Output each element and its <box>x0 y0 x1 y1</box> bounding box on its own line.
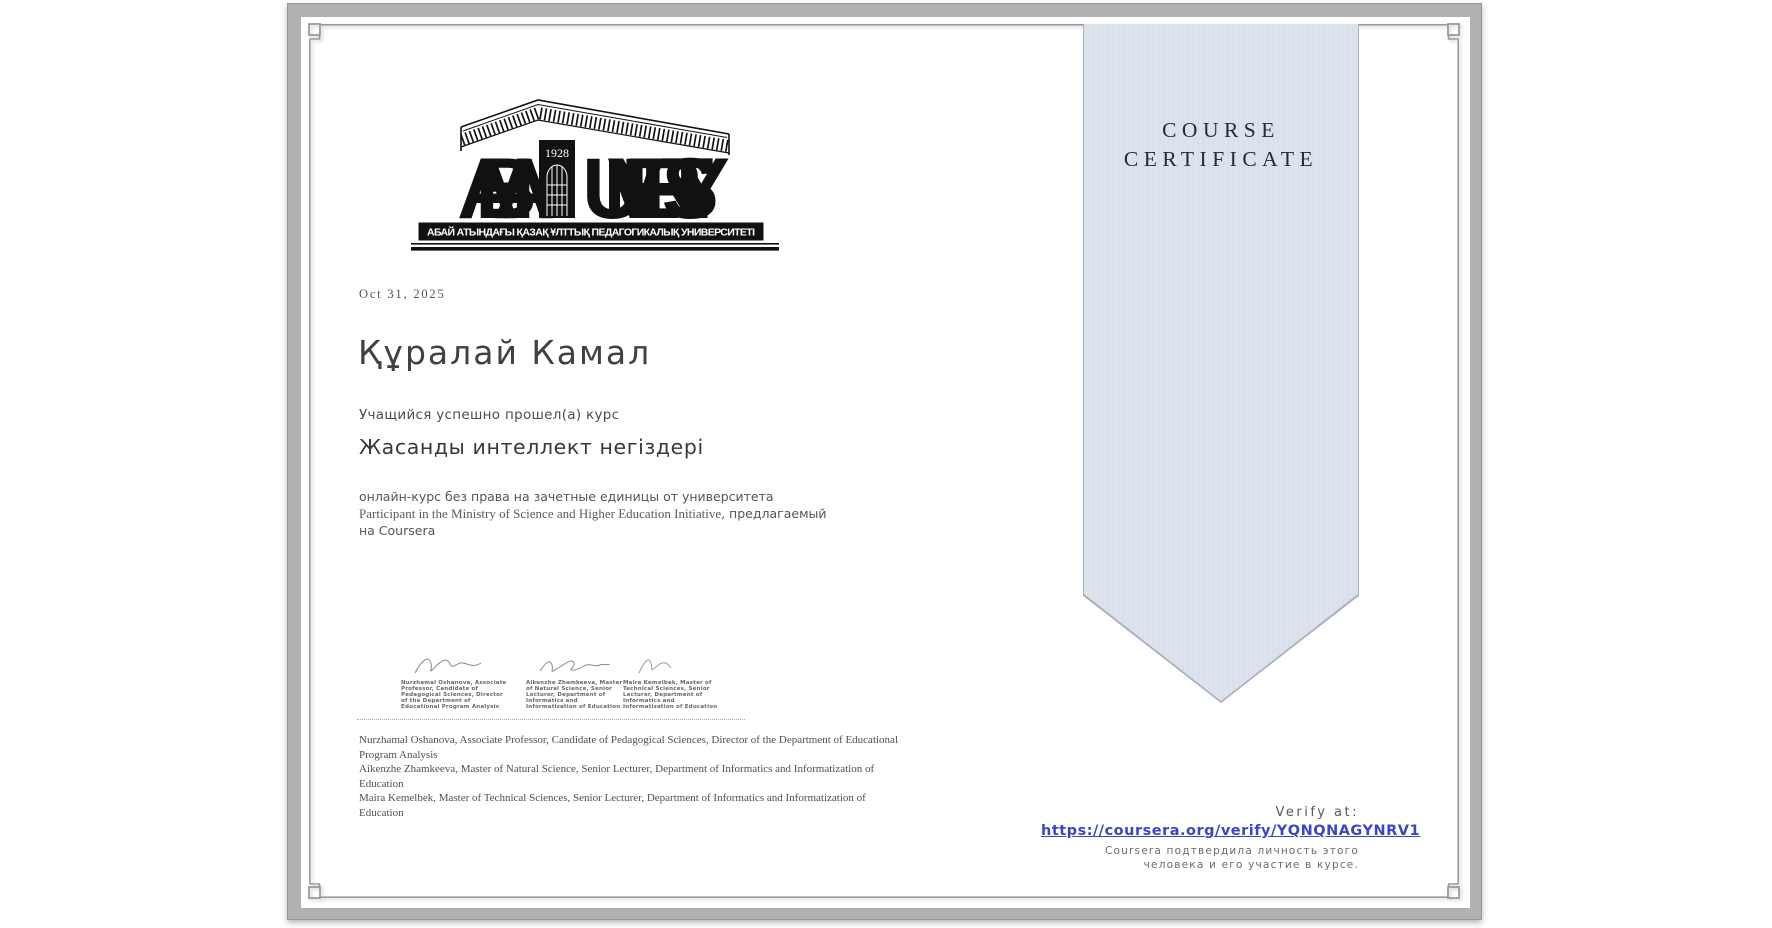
logo-rule-thick <box>411 247 779 251</box>
logo-banner-text: АБАЙ АТЫНДАҒЫ ҚАЗАҚ ҰЛТТЫҚ ПЕДАГОГИКАЛЫҚ… <box>427 226 755 239</box>
signature-icon <box>623 654 719 680</box>
description-en: Participant in the Ministry of Science a… <box>359 506 722 521</box>
course-description: онлайн-курс без права на зачетные единиц… <box>359 488 831 539</box>
logo-banner: АБАЙ АТЫНДАҒЫ ҚАЗАҚ ҰЛТТЫҚ ПЕДАГОГИКАЛЫҚ… <box>418 222 764 241</box>
verify-label: Verify at: <box>1275 805 1359 820</box>
signatory-block: Maira Kemelbek, Master of Technical Scie… <box>623 654 719 710</box>
credential-line: Aikenzhe Zhamkeeva, Master of Natural Sc… <box>359 763 875 790</box>
verify-note: Coursera подтвердила личность этого чело… <box>1105 845 1359 871</box>
course-title: Жасанды интеллект негіздері <box>359 435 704 459</box>
university-logo: ABAI 1928 UNIVERSITY АБАЙ АТЫНДАҒЫ ҚАЗАҚ… <box>409 95 779 253</box>
completion-statement: Учащийся успешно прошел(а) курс <box>359 407 620 423</box>
signature-divider <box>357 719 745 720</box>
signatory-credential: Nurzhamal Oshanova, Associate Professor,… <box>401 680 507 710</box>
certificate-ribbon: COURSE CERTIFICATE <box>1083 24 1359 703</box>
signatory-block: Aikenzhe Zhamkeeva, Master of Natural Sc… <box>526 654 630 710</box>
issue-date: Oct 31, 2025 <box>359 287 446 301</box>
verify-section: Verify at: https://coursera.org/verify/Y… <box>1041 805 1420 872</box>
certificate-page: ABAI 1928 UNIVERSITY АБАЙ АТЫНДАҒЫ ҚАЗАҚ… <box>0 0 1772 928</box>
description-ru-1: онлайн-курс без права на зачетные единиц… <box>359 489 774 504</box>
credential-line: Maira Kemelbek, Master of Technical Scie… <box>359 792 866 819</box>
logo-year-text: 1928 <box>545 146 569 160</box>
signatory-credential: Maira Kemelbek, Master of Technical Scie… <box>623 680 718 710</box>
recipient-name: Құралай Камал <box>358 333 652 372</box>
ribbon-title: COURSE CERTIFICATE <box>1083 116 1359 174</box>
logo-rule-thin <box>411 243 779 245</box>
signature-icon <box>401 654 511 680</box>
ribbon-title-line2: CERTIFICATE <box>1123 147 1319 171</box>
verify-link[interactable]: https://coursera.org/verify/YQNQNAGYNRV1 <box>1041 823 1420 839</box>
logo-column: 1928 <box>539 140 575 218</box>
signatory-credential: Aikenzhe Zhamkeeva, Master of Natural Sc… <box>526 680 623 710</box>
signature-icon <box>526 654 630 680</box>
signatory-credentials-list: Nurzhamal Oshanova, Associate Professor,… <box>359 733 907 821</box>
credential-line: Nurzhamal Oshanova, Associate Professor,… <box>359 734 898 761</box>
signatory-block: Nurzhamal Oshanova, Associate Professor,… <box>401 654 511 710</box>
certificate-frame: ABAI 1928 UNIVERSITY АБАЙ АТЫНДАҒЫ ҚАЗАҚ… <box>287 3 1482 920</box>
ribbon-title-line1: COURSE <box>1162 118 1280 142</box>
certificate-paper: ABAI 1928 UNIVERSITY АБАЙ АТЫНДАҒЫ ҚАЗАҚ… <box>301 17 1470 908</box>
